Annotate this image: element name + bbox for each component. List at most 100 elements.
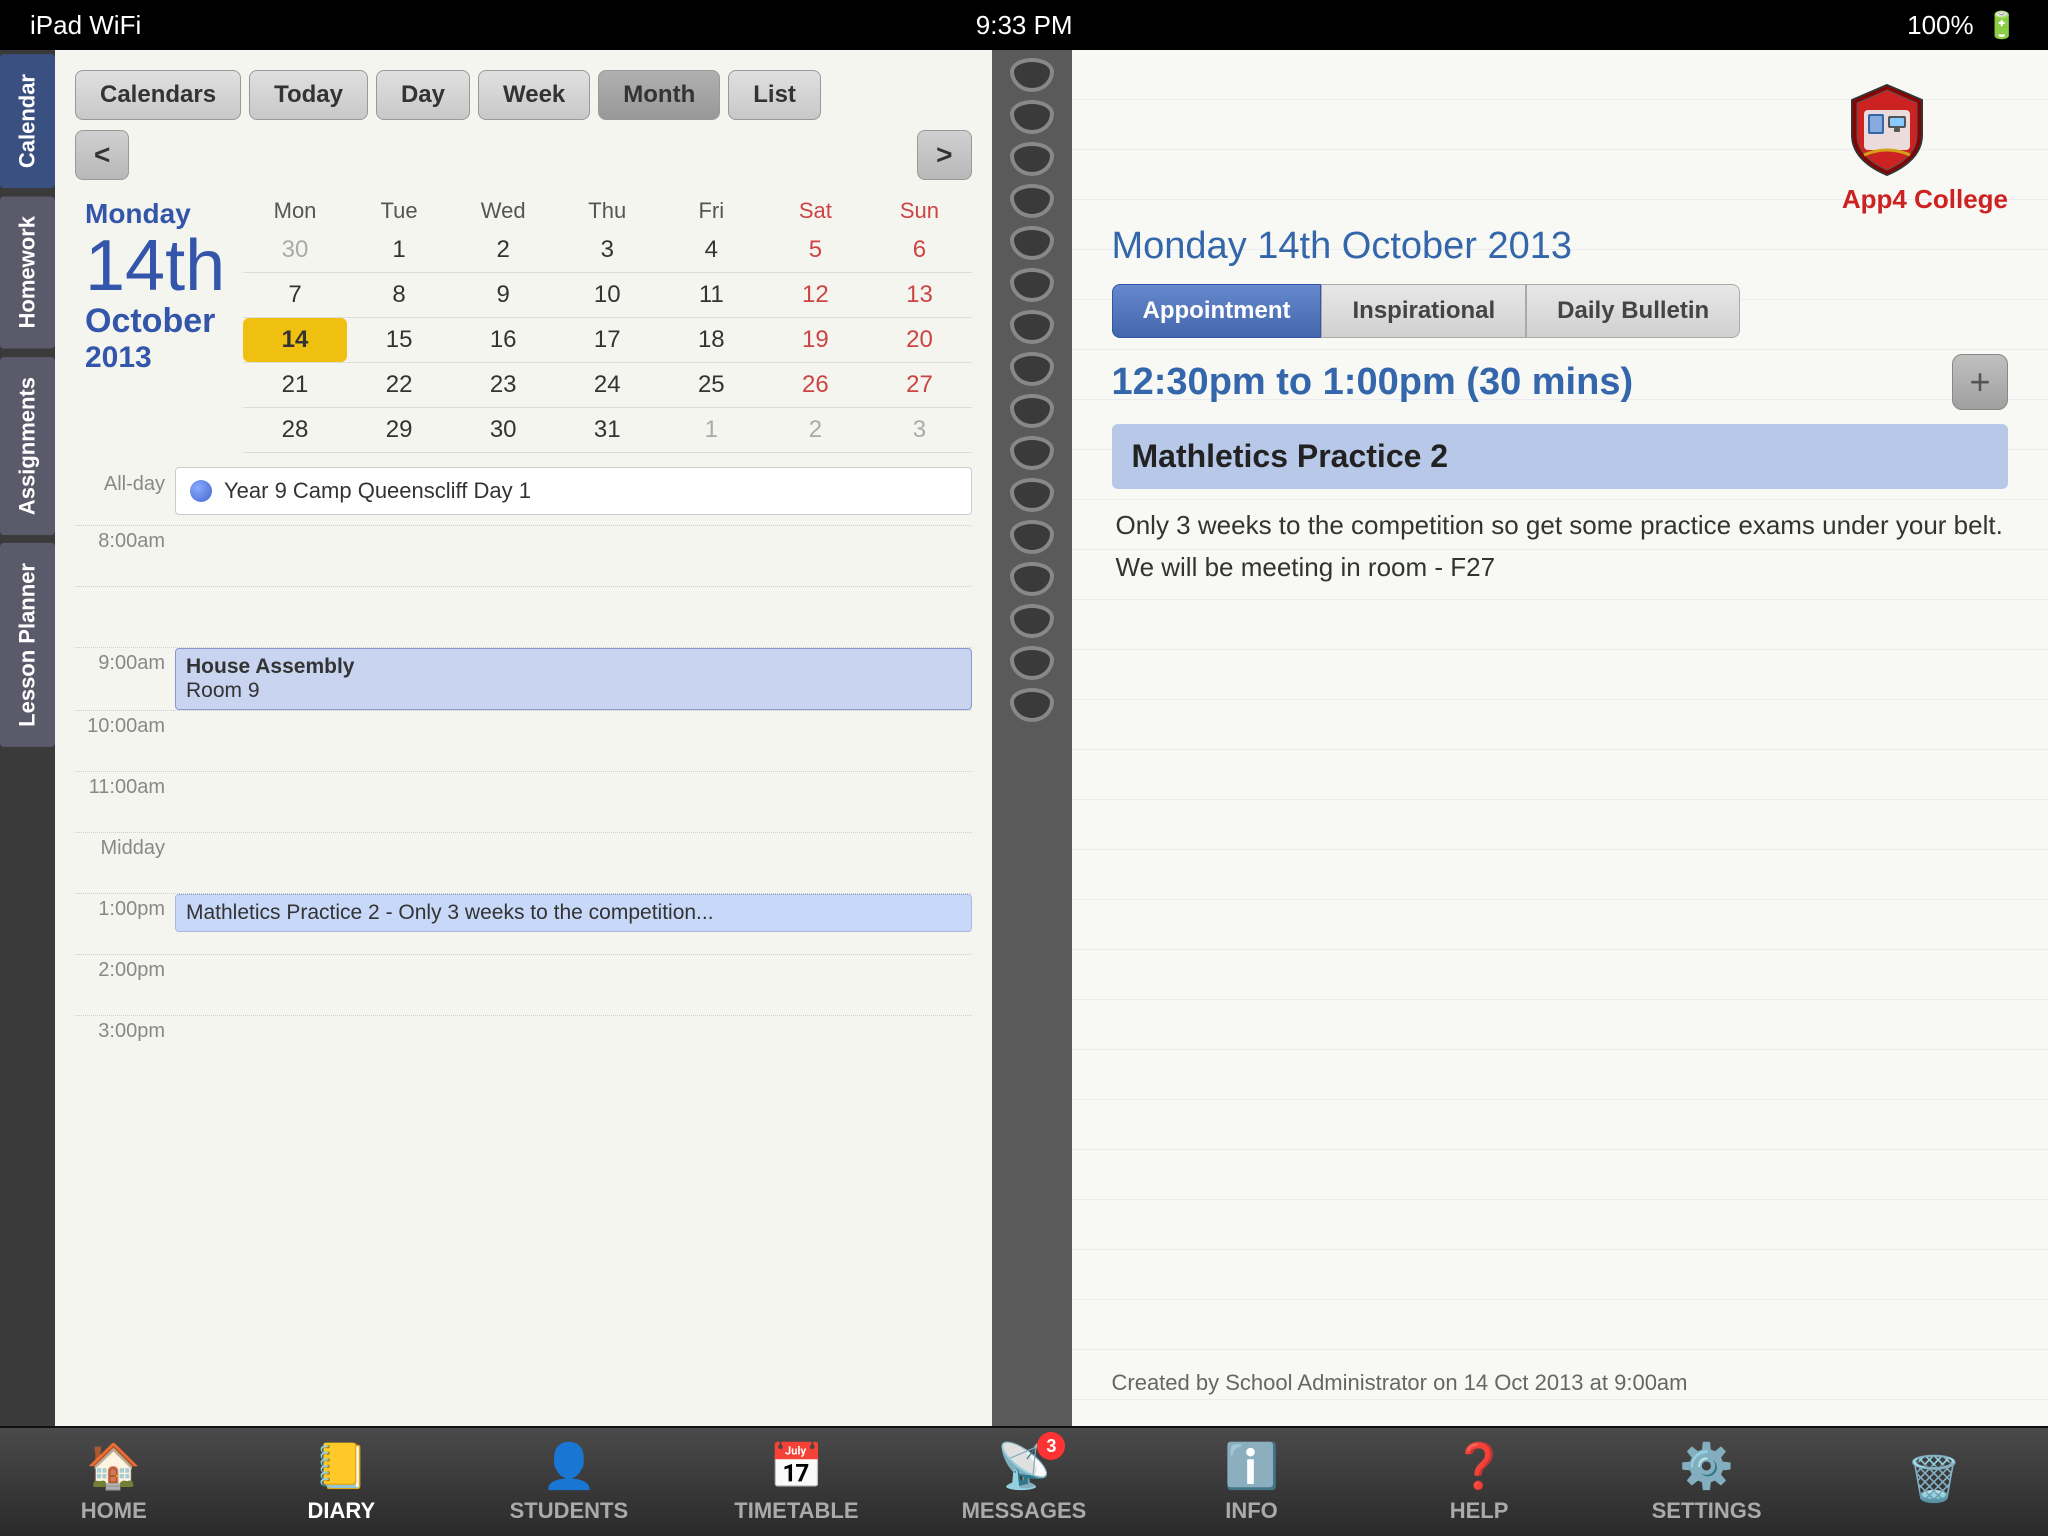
nav-help-label: HELP [1450,1498,1509,1524]
event-description: Only 3 weeks to the competition so get s… [1112,505,2009,588]
list-button[interactable]: List [728,70,821,120]
nav-trash[interactable]: 🗑️ [1854,1453,2014,1511]
time-slots: 8:00am 9:00am House Assembly Room 9 10:0… [75,525,972,1406]
time-slot-100: 1:00pm Mathletics Practice 2 - Only 3 we… [75,893,972,954]
right-date-header: Monday 14th October 2013 [1112,225,2009,268]
students-icon: 👤 [541,1440,596,1492]
cal-cell[interactable]: 13 [867,273,971,317]
spiral-ring [1010,142,1054,176]
nav-home[interactable]: 🏠 HOME [34,1440,194,1524]
cal-cell[interactable]: 9 [451,273,555,317]
cal-cell[interactable]: 10 [555,273,659,317]
home-icon: 🏠 [86,1440,141,1492]
cal-cell[interactable]: 27 [867,363,971,407]
cal-week-4: 21 22 23 24 25 26 27 [243,363,972,408]
cal-week-2: 7 8 9 10 11 12 13 [243,273,972,318]
spiral-ring [1010,562,1054,596]
cal-cell[interactable]: 16 [451,318,555,362]
time-content-midday [175,833,972,893]
calendar-weeks: Mon Tue Wed Thu Fri Sat Sun 30 1 2 3 4 5… [243,194,972,453]
nav-timetable-label: TIMETABLE [734,1498,858,1524]
cal-cell[interactable]: 5 [763,228,867,272]
week-button[interactable]: Week [478,70,590,120]
cal-cell[interactable]: 11 [659,273,763,317]
cal-header-tue: Tue [347,194,451,228]
cal-cell[interactable]: 17 [555,318,659,362]
cal-cell[interactable]: 4 [659,228,763,272]
event-dot [190,480,212,502]
cal-cell[interactable]: 28 [243,408,347,452]
cal-cell[interactable]: 1 [347,228,451,272]
calendar-date-label: Monday 14th October 2013 [75,194,235,453]
cal-cell[interactable]: 7 [243,273,347,317]
time-content-100: Mathletics Practice 2 - Only 3 weeks to … [175,894,972,954]
cal-cell[interactable]: 30 [243,228,347,272]
cal-cell[interactable]: 2 [451,228,555,272]
help-icon: ❓ [1452,1440,1507,1492]
cal-cell-today[interactable]: 14 [243,318,347,362]
spiral-ring [1010,646,1054,680]
battery-icon: 🔋 [1986,10,2018,41]
cal-cell[interactable]: 30 [451,408,555,452]
spiral-ring [1010,520,1054,554]
sidebar-item-homework[interactable]: Homework [0,196,55,348]
left-page: Calendars Today Day Week Month List < > … [55,50,992,1426]
prev-button[interactable]: < [75,130,129,180]
month-button[interactable]: Month [598,70,720,120]
next-button[interactable]: > [917,130,971,180]
cal-cell[interactable]: 31 [555,408,659,452]
cal-cell[interactable]: 6 [867,228,971,272]
nav-info[interactable]: ℹ️ INFO [1172,1440,1332,1524]
cal-week-5: 28 29 30 31 1 2 3 [243,408,972,453]
calendars-button[interactable]: Calendars [75,70,241,120]
nav-help[interactable]: ❓ HELP [1399,1440,1559,1524]
tab-appointment[interactable]: Appointment [1112,284,1322,338]
ipad-label: iPad WiFi [30,10,141,41]
house-assembly-title: House Assembly [186,655,961,679]
cal-cell[interactable]: 25 [659,363,763,407]
spiral-ring [1010,688,1054,722]
spiral-ring [1010,226,1054,260]
day-button[interactable]: Day [376,70,470,120]
cal-cell[interactable]: 23 [451,363,555,407]
cal-cell[interactable]: 24 [555,363,659,407]
tab-daily-bulletin[interactable]: Daily Bulletin [1526,284,1740,338]
nav-students-label: STUDENTS [510,1498,629,1524]
cal-cell[interactable]: 19 [763,318,867,362]
nav-messages[interactable]: 📡 3 MESSAGES [944,1440,1104,1524]
cal-cell[interactable]: 26 [763,363,867,407]
allday-event[interactable]: Year 9 Camp Queenscliff Day 1 [175,467,972,515]
cal-cell[interactable]: 1 [659,408,763,452]
nav-students[interactable]: 👤 STUDENTS [489,1440,649,1524]
sidebar-item-lessonplanner[interactable]: Lesson Planner [0,543,55,747]
cal-cell[interactable]: 18 [659,318,763,362]
time-slot-midday: Midday [75,832,972,893]
side-tabs: Calendar Homework Assignments Lesson Pla… [0,50,55,1426]
nav-info-label: INFO [1225,1498,1278,1524]
notebook-spine [992,50,1072,1426]
cal-week-3: 14 15 16 17 18 19 20 [243,318,972,363]
today-button[interactable]: Today [249,70,368,120]
cal-cell[interactable]: 20 [867,318,971,362]
cal-cell[interactable]: 21 [243,363,347,407]
sidebar-item-calendar[interactable]: Calendar [0,54,55,188]
nav-timetable[interactable]: 📅 TIMETABLE [716,1440,876,1524]
tab-inspirational[interactable]: Inspirational [1321,284,1526,338]
sidebar-item-assignments[interactable]: Assignments [0,357,55,535]
cal-cell[interactable]: 29 [347,408,451,452]
cal-cell[interactable]: 3 [555,228,659,272]
cal-cell[interactable]: 3 [867,408,971,452]
mathletics-event[interactable]: Mathletics Practice 2 - Only 3 weeks to … [175,894,972,932]
add-event-button[interactable]: + [1952,354,2008,410]
cal-cell[interactable]: 15 [347,318,451,362]
cal-cell[interactable]: 12 [763,273,867,317]
nav-settings[interactable]: ⚙️ SETTINGS [1627,1440,1787,1524]
cal-cell[interactable]: 8 [347,273,451,317]
nav-diary[interactable]: 📒 DIARY [261,1440,421,1524]
bottom-nav: 🏠 HOME 📒 DIARY 👤 STUDENTS 📅 TIMETABLE 📡 … [0,1426,2048,1536]
house-assembly-event[interactable]: House Assembly Room 9 [175,648,972,710]
month-name: October [85,302,225,341]
time-label-midday: Midday [75,833,165,893]
cal-cell[interactable]: 22 [347,363,451,407]
cal-cell[interactable]: 2 [763,408,867,452]
